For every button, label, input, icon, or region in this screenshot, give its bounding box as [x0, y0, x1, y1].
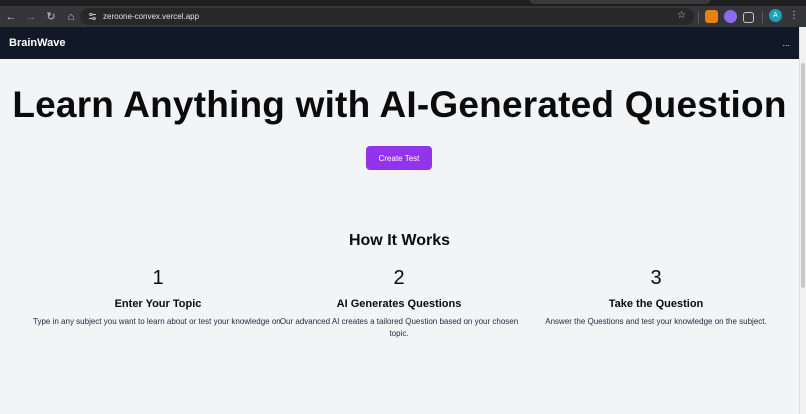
header-menu-button[interactable]: ... — [782, 38, 790, 48]
forward-icon[interactable]: → — [22, 8, 40, 26]
step-description: Type in any subject you want to learn ab… — [33, 317, 283, 326]
step-card: 1 Enter Your Topic Type in any subject y… — [33, 266, 283, 328]
bookmark-star-icon[interactable]: ☆ — [677, 10, 686, 21]
step-card: 3 Take the Question Answer the Questions… — [531, 266, 781, 328]
url-text: zeroone-convex.vercel.app — [103, 12, 200, 21]
site-info-icon[interactable] — [85, 10, 99, 24]
step-description: Answer the Questions and test your knowl… — [545, 317, 767, 326]
browser-menu-icon[interactable]: ⋮ — [789, 10, 799, 21]
purple-extension-icon[interactable] — [724, 10, 737, 23]
step-number: 1 — [152, 267, 164, 289]
how-it-works-title: How It Works — [348, 232, 451, 249]
step-description: Our advanced AI creates a tailored Quest… — [279, 317, 519, 338]
reload-icon[interactable]: ↻ — [42, 8, 60, 26]
step-title: Take the Question — [608, 298, 704, 310]
home-icon[interactable]: ⌂ — [62, 8, 80, 26]
toolbar-divider — [698, 11, 699, 23]
step-number: 2 — [393, 267, 405, 289]
app-header: BrainWave ... — [0, 27, 799, 59]
profile-avatar[interactable]: A — [769, 9, 782, 22]
scrollbar-thumb[interactable] — [801, 63, 805, 288]
browser-toolbar: ← → ↻ ⌂ zeroone-convex.vercel.app ☆ A ⋮ — [0, 6, 806, 27]
tab-edge — [530, 0, 710, 4]
toolbar-divider — [762, 11, 763, 23]
step-title: Enter Your Topic — [114, 298, 202, 310]
step-number: 3 — [650, 267, 662, 289]
back-icon[interactable]: ← — [2, 8, 20, 26]
brand-logo[interactable]: BrainWave — [9, 37, 65, 49]
create-test-button[interactable]: Create Test — [366, 146, 432, 170]
fox-extension-icon[interactable] — [705, 10, 718, 23]
step-card: 2 AI Generates Questions Our advanced AI… — [274, 266, 524, 340]
address-bar[interactable]: zeroone-convex.vercel.app ☆ — [80, 8, 694, 25]
step-title: AI Generates Questions — [336, 298, 462, 310]
hero-title: Learn Anything with AI-Generated Questio… — [12, 84, 787, 125]
extensions-puzzle-icon[interactable] — [743, 12, 754, 23]
